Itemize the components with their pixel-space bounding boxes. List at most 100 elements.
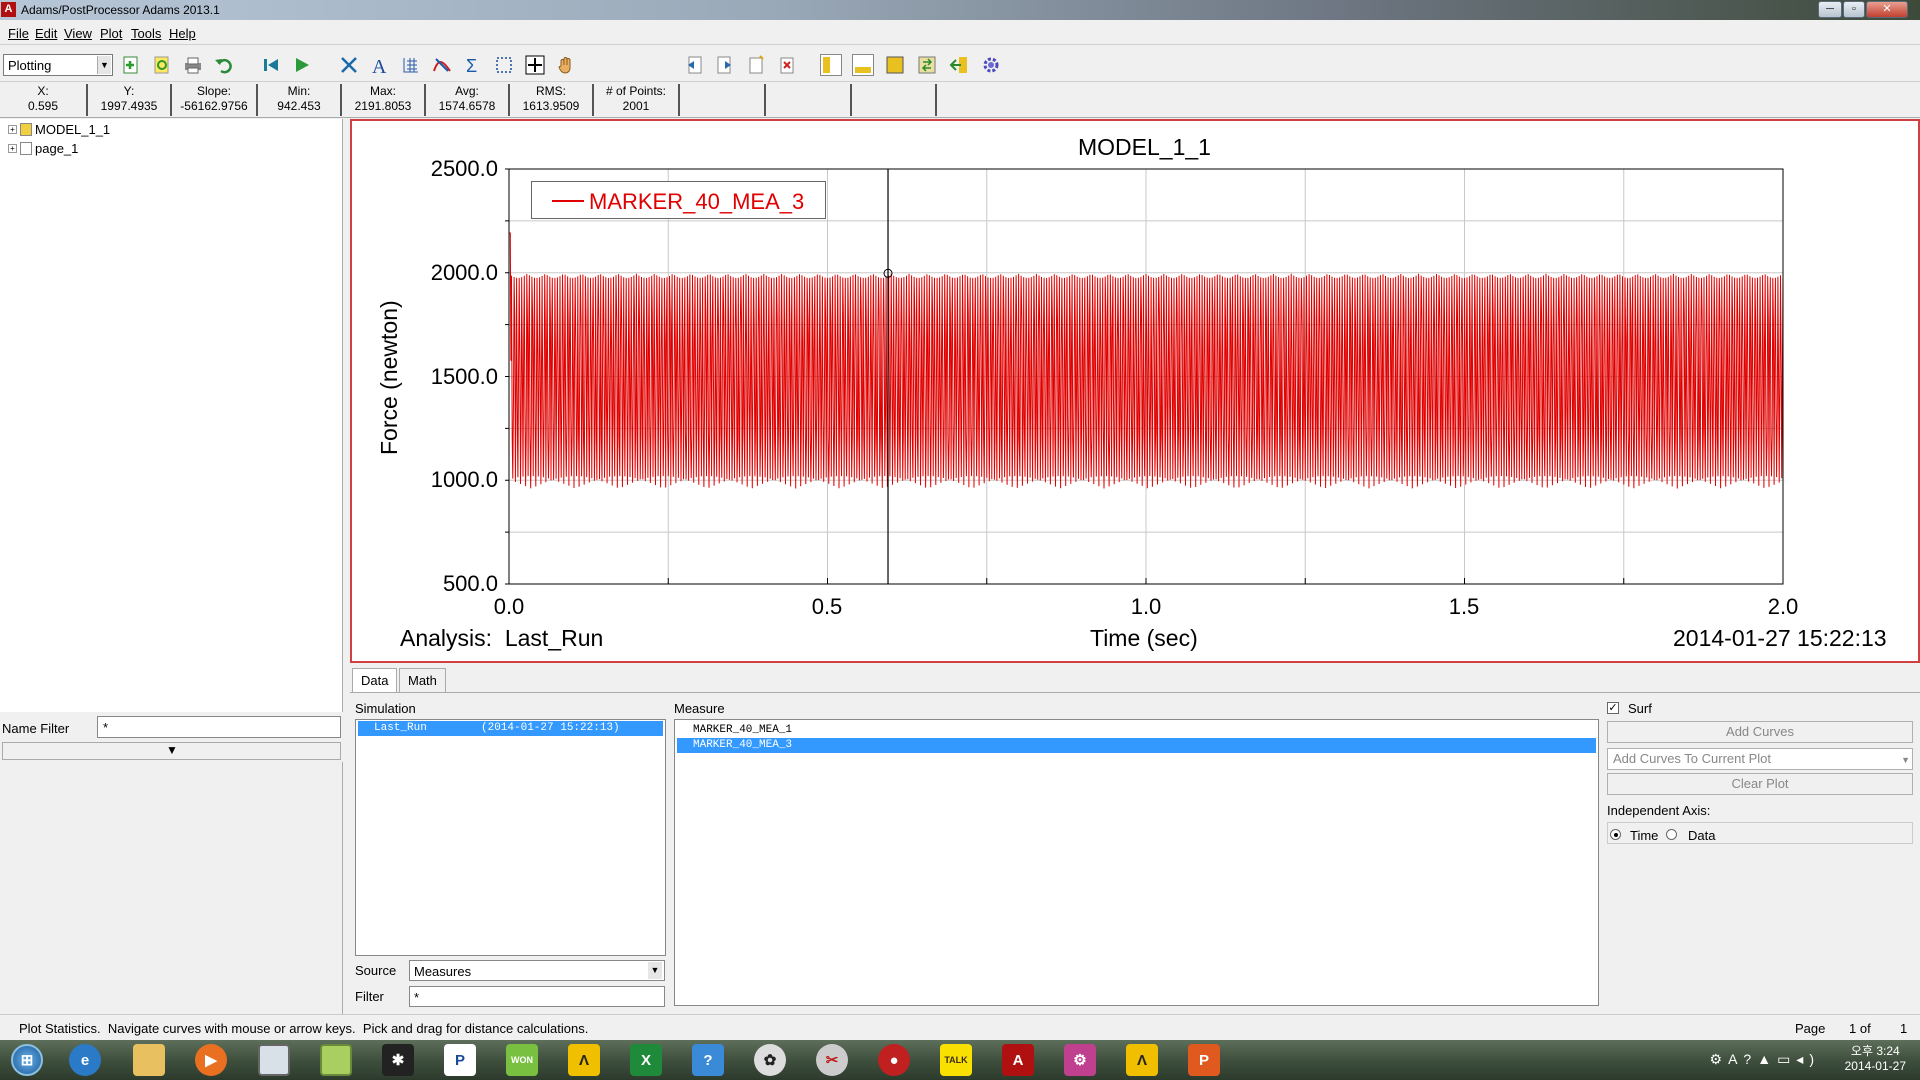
analysis-label: Analysis: Last_Run (400, 625, 604, 651)
y-tick-label: 1500.0 (430, 364, 498, 389)
chat-app-icon: TALK (940, 1044, 972, 1076)
chrome-icon: ● (878, 1044, 910, 1076)
x-axis-label: Time (sec) (1090, 625, 1198, 651)
radio-dot (1614, 833, 1618, 837)
windows-logo-icon: ⊞ (11, 1044, 43, 1076)
legend-swatch (552, 200, 584, 202)
page-total: 1 (1900, 1021, 1908, 1036)
tool-app-icon: ✱ (382, 1044, 414, 1076)
adams-postprocessor-icon: Λ (1126, 1044, 1158, 1076)
name-filter-label: Name Filter (2, 721, 70, 736)
taskbar-adams[interactable]: Λ (1117, 1042, 1167, 1078)
system-tray[interactable]: ⚙A?▲▭◂) (1710, 1051, 1820, 1068)
simulation-label: Simulation (355, 701, 416, 716)
simulation-list[interactable]: Last_Run (2014-01-27 15:22:13) (355, 719, 666, 956)
y-axis-label: Force (newton) (376, 300, 402, 455)
page-number: 1 of (1849, 1021, 1871, 1036)
taskbar-excel[interactable]: X (621, 1042, 671, 1078)
status-bar: Plot Statistics. Navigate curves with mo… (0, 1014, 1920, 1040)
window-app-icon (258, 1044, 290, 1076)
x-tick-label: 2.0 (1767, 594, 1799, 619)
tab-math[interactable]: Math (399, 668, 446, 692)
source-label: Source (355, 963, 397, 978)
source-select[interactable]: Measures ▼ (409, 960, 665, 981)
data-radio[interactable] (1666, 829, 1677, 840)
powerpoint-icon: P (1188, 1044, 1220, 1076)
status-message: Plot Statistics. Navigate curves with mo… (19, 1021, 589, 1036)
taskbar-app8[interactable]: ✿ (745, 1042, 795, 1078)
p-app-icon: P (444, 1044, 476, 1076)
surf-checkbox[interactable]: ✓ (1607, 702, 1619, 714)
taskbar-app3[interactable]: ✱ (373, 1042, 423, 1078)
start-button[interactable]: ⊞ (2, 1042, 52, 1078)
independent-axis-label: Independent Axis: (1607, 803, 1711, 818)
x-tick-label: 0.0 (493, 594, 525, 619)
data-radio-label: Data (1688, 828, 1716, 843)
y-tick-label: 2000.0 (430, 260, 498, 285)
source-value: Measures (414, 964, 472, 979)
time-radio[interactable] (1610, 829, 1621, 840)
media-player-icon: ▶ (195, 1044, 227, 1076)
taskbar-acrobat[interactable]: A (993, 1042, 1043, 1078)
panel-splitter[interactable]: ▼ (2, 742, 341, 760)
clock[interactable]: 오후 3:24 2014-01-27 (1845, 1044, 1906, 1074)
add-curves-mode-select[interactable]: Add Curves To Current Plot ▼ (1607, 748, 1913, 770)
simulation-name: Last_Run (374, 722, 427, 734)
list-item[interactable]: MARKER_40_MEA_1 (677, 723, 1596, 738)
folder-icon (133, 1044, 165, 1076)
clear-plot-button[interactable]: Clear Plot (1607, 773, 1913, 795)
help-app-icon: ? (692, 1044, 724, 1076)
filter-input[interactable]: * (409, 986, 665, 1007)
taskbar-app1[interactable] (249, 1042, 299, 1078)
name-filter-input[interactable]: * (97, 716, 341, 738)
x-tick-label: 1.5 (1448, 594, 1480, 619)
taskbar-kakaotalk[interactable]: TALK (931, 1042, 981, 1078)
network-app-icon: ✿ (754, 1044, 786, 1076)
measure-label: Measure (674, 701, 725, 716)
taskbar-ie[interactable]: e (60, 1042, 110, 1078)
list-item[interactable]: MARKER_40_MEA_3 (677, 738, 1596, 753)
page-label: Page (1795, 1021, 1826, 1036)
taskbar-powerpoint[interactable]: P (1179, 1042, 1229, 1078)
chevron-down-icon: ▼ (648, 962, 662, 979)
simulation-date: (2014-01-27 15:22:13) (481, 722, 620, 734)
time-radio-label: Time (1630, 828, 1659, 843)
taskbar-app2[interactable] (311, 1042, 361, 1078)
add-curves-button[interactable]: Add Curves (1607, 721, 1913, 743)
x-tick-label: 0.5 (811, 594, 843, 619)
splitter-arrow-icon: ▼ (166, 743, 178, 757)
taskbar-app9[interactable]: ✂ (807, 1042, 857, 1078)
taskbar-app7[interactable]: ? (683, 1042, 733, 1078)
taskbar-app10[interactable]: ● (869, 1042, 919, 1078)
tab-divider (350, 692, 1920, 693)
adams-view-icon: Λ (568, 1044, 600, 1076)
plot-canvas[interactable] (0, 0, 1920, 680)
notepad-icon (320, 1044, 352, 1076)
taskbar: ⊞ e ▶ ✱ P WON Λ X ? ✿ ✂ ● TALK A ⚙ Λ P ⚙… (0, 1040, 1920, 1080)
plot-datestamp: 2014-01-27 15:22:13 (1673, 625, 1887, 651)
x-tick-label: 1.0 (1130, 594, 1162, 619)
filter-label: Filter (355, 989, 384, 1004)
taskbar-media[interactable]: ▶ (186, 1042, 236, 1078)
plot-title: MODEL_1_1 (1078, 134, 1211, 160)
game-app-icon: WON (506, 1044, 538, 1076)
tab-data[interactable]: Data (352, 668, 398, 692)
clock-time: 오후 3:24 (1850, 1044, 1900, 1058)
taskbar-app5[interactable]: WON (497, 1042, 547, 1078)
property-panel (0, 762, 343, 1014)
clock-date: 2014-01-27 (1844, 1059, 1906, 1073)
add-curves-mode-value: Add Curves To Current Plot (1613, 751, 1771, 766)
taskbar-explorer[interactable] (124, 1042, 174, 1078)
measure-list[interactable]: MARKER_40_MEA_1 MARKER_40_MEA_3 (674, 719, 1599, 1006)
graph-app-icon: ⚙ (1064, 1044, 1096, 1076)
taskbar-app4[interactable]: P (435, 1042, 485, 1078)
acrobat-icon: A (1002, 1044, 1034, 1076)
list-item[interactable]: Last_Run (2014-01-27 15:22:13) (358, 721, 663, 736)
browser-icon: e (69, 1044, 101, 1076)
chevron-down-icon: ▼ (1901, 755, 1910, 765)
taskbar-app6[interactable]: Λ (559, 1042, 609, 1078)
taskbar-app11[interactable]: ⚙ (1055, 1042, 1105, 1078)
utility-app-icon: ✂ (816, 1044, 848, 1076)
legend[interactable]: MARKER_40_MEA_3 (531, 181, 826, 219)
legend-label: MARKER_40_MEA_3 (589, 189, 805, 214)
